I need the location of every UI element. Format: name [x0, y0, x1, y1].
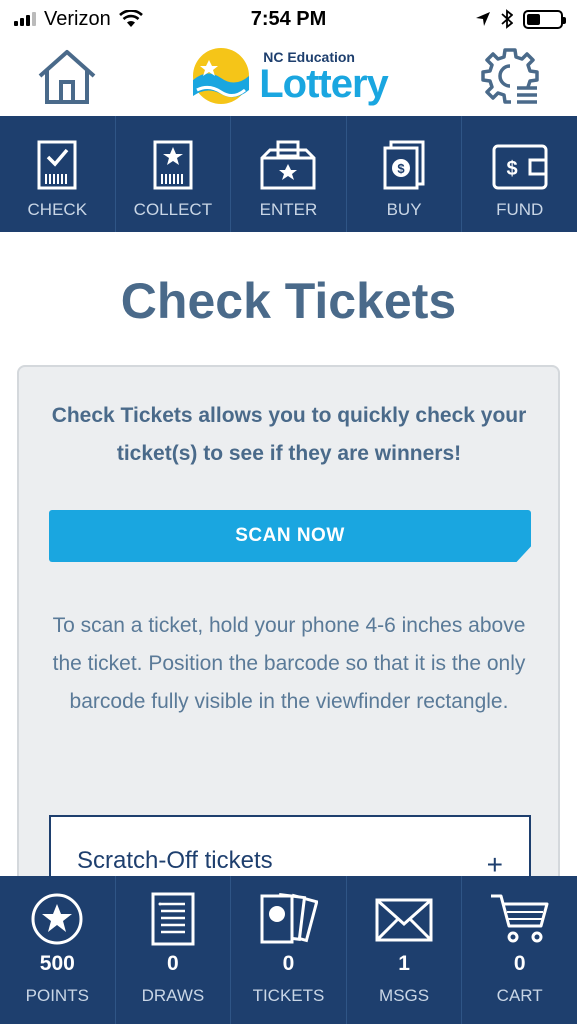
tickets-count: 0: [282, 952, 295, 975]
status-left: Verizon: [14, 8, 143, 31]
logo-badge-icon: [193, 48, 250, 104]
nav-check-label: CHECK: [27, 200, 88, 219]
nav-fund[interactable]: $ FUND: [462, 116, 577, 232]
cart-icon: [490, 894, 549, 943]
settings-gear-icon[interactable]: [479, 46, 541, 108]
wifi-icon: [118, 10, 143, 27]
bluetooth-icon: [501, 9, 513, 29]
draw-list-icon: [151, 892, 195, 946]
star-badge-icon: [31, 893, 83, 945]
nav-buy[interactable]: $ BUY: [347, 116, 463, 232]
card-intro-text: Check Tickets allows you to quickly chec…: [51, 404, 527, 465]
status-right: [475, 9, 566, 29]
nav-fund-label: FUND: [496, 200, 544, 219]
lottery-logo[interactable]: NC Education Lottery: [189, 46, 389, 108]
buy-coin-icon: $: [383, 140, 425, 190]
page-title: Check Tickets: [120, 273, 457, 329]
scan-now-button[interactable]: SCAN NOW: [49, 510, 531, 562]
check-ticket-icon: [37, 140, 77, 190]
battery-icon: [523, 9, 566, 29]
draws-count: 0: [167, 952, 179, 975]
points-count: 500: [39, 952, 75, 975]
nav-collect-label: COLLECT: [133, 200, 213, 219]
msgs-count: 1: [398, 952, 410, 975]
scan-instructions-text: To scan a ticket, hold your phone 4-6 in…: [52, 614, 526, 713]
svg-text:$: $: [397, 161, 405, 176]
nav-check[interactable]: CHECK: [0, 116, 116, 232]
tickets-label: TICKETS: [252, 986, 325, 1005]
carrier-label: Verizon: [44, 7, 111, 30]
points-label: POINTS: [25, 986, 89, 1005]
check-tickets-card: Check Tickets allows you to quickly chec…: [17, 365, 560, 915]
collect-ticket-icon: [153, 140, 193, 190]
bnav-msgs[interactable]: 1 MSGS: [347, 876, 463, 1024]
tickets-icon: [260, 893, 319, 944]
bnav-points[interactable]: 500 POINTS: [0, 876, 116, 1024]
home-icon[interactable]: [36, 48, 98, 106]
logo-big-text: Lottery: [259, 62, 389, 106]
bottom-nav: 500 POINTS 0 DRAWS 0 TICKETS 1 MSGS 0 CA…: [0, 876, 577, 1024]
bnav-draws[interactable]: 0 DRAWS: [116, 876, 232, 1024]
ballot-box-icon: [260, 140, 316, 190]
location-arrow-icon: [476, 12, 490, 26]
cart-count: 0: [513, 952, 526, 975]
signal-icon: [14, 12, 36, 26]
wallet-icon: $: [492, 144, 548, 190]
cart-label: CART: [496, 986, 543, 1005]
bnav-tickets[interactable]: 0 TICKETS: [231, 876, 347, 1024]
nav-buy-label: BUY: [386, 200, 422, 219]
svg-text:$: $: [506, 158, 517, 180]
nav-enter-label: ENTER: [259, 200, 318, 219]
envelope-icon: [375, 898, 433, 942]
nav-enter[interactable]: ENTER: [231, 116, 347, 232]
bnav-cart[interactable]: 0 CART: [462, 876, 577, 1024]
msgs-label: MSGS: [379, 986, 430, 1005]
status-bar: Verizon 7:54 PM: [0, 0, 577, 38]
top-nav: CHECK COLLECT ENTER $ BUY $ FUND: [0, 116, 577, 232]
app-header: NC Education Lottery: [0, 38, 577, 116]
draws-label: DRAWS: [141, 986, 205, 1005]
nav-collect[interactable]: COLLECT: [116, 116, 232, 232]
